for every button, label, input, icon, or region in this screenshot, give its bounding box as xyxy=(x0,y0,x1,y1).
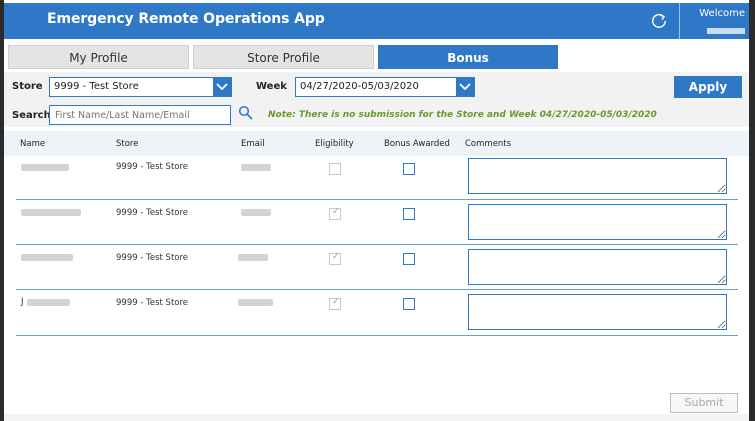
eligibility-checkbox: ✓ xyxy=(329,297,341,310)
name-redacted xyxy=(21,254,73,261)
top-bar: Emergency Remote Operations App Welcome xyxy=(4,3,749,39)
checkmark-icon: ✓ xyxy=(332,252,340,262)
eligibility-checkbox: ✓ xyxy=(329,207,341,220)
user-name-redacted xyxy=(707,28,745,34)
tab-bonus[interactable]: Bonus xyxy=(378,45,558,69)
bonus-awarded-checkbox[interactable] xyxy=(403,163,415,175)
store-label: Store xyxy=(12,81,43,92)
column-header-eligibility: Eligibility xyxy=(315,139,354,149)
column-header-email: Email xyxy=(241,139,265,149)
checkmark-icon: ✓ xyxy=(332,207,340,217)
row-divider xyxy=(16,335,738,336)
name-redacted xyxy=(27,299,70,306)
column-header-name: Name xyxy=(20,139,46,149)
eligibility-checkbox: ✓ xyxy=(329,252,341,265)
bonus-awarded-checkbox[interactable] xyxy=(403,253,415,265)
row-divider xyxy=(16,289,738,290)
search-label: Search xyxy=(12,110,51,121)
store-select-value: 9999 - Test Store xyxy=(54,81,139,92)
column-header-bonus-awarded: Bonus Awarded xyxy=(384,139,450,149)
tab-my-profile[interactable]: My Profile xyxy=(8,45,189,69)
tab-store-profile[interactable]: Store Profile xyxy=(193,45,374,69)
row-store: 9999 - Test Store xyxy=(116,253,189,263)
week-select[interactable]: 04/27/2020-05/03/2020 xyxy=(295,77,475,97)
comments-field[interactable] xyxy=(468,249,727,285)
submit-button[interactable]: Submit xyxy=(670,393,738,413)
row-store: 9999 - Test Store xyxy=(116,298,189,308)
row-store: 9999 - Test Store xyxy=(116,208,189,218)
apply-button[interactable]: Apply xyxy=(674,76,742,98)
name-redacted xyxy=(21,164,69,171)
name-initial: J xyxy=(21,297,24,307)
email-redacted xyxy=(238,254,268,261)
week-select-value: 04/27/2020-05/03/2020 xyxy=(300,81,419,92)
search-icon[interactable] xyxy=(238,105,254,121)
chevron-down-icon xyxy=(213,78,231,96)
refresh-icon[interactable] xyxy=(650,12,668,30)
comments-field[interactable] xyxy=(468,158,727,194)
email-redacted xyxy=(241,164,271,171)
comments-field[interactable] xyxy=(468,294,727,330)
week-label: Week xyxy=(256,81,287,92)
name-redacted xyxy=(21,209,81,216)
user-welcome[interactable]: Welcome xyxy=(679,3,749,39)
comments-field[interactable] xyxy=(468,204,727,240)
checkmark-icon: ✓ xyxy=(332,297,340,307)
column-header-store: Store xyxy=(116,139,139,149)
bonus-awarded-checkbox[interactable] xyxy=(403,298,415,310)
app-title: Emergency Remote Operations App xyxy=(47,11,325,27)
bonus-awarded-checkbox[interactable] xyxy=(403,208,415,220)
welcome-label: Welcome xyxy=(699,8,745,19)
row-divider xyxy=(16,199,738,200)
chevron-down-icon xyxy=(456,78,474,96)
email-redacted xyxy=(241,209,271,216)
no-submission-note: Note: There is no submission for the Sto… xyxy=(268,110,657,120)
search-input[interactable] xyxy=(49,105,231,125)
store-select[interactable]: 9999 - Test Store xyxy=(49,77,232,97)
eligibility-checkbox xyxy=(329,163,341,175)
email-redacted xyxy=(238,299,273,306)
row-store: 9999 - Test Store xyxy=(116,162,189,172)
row-divider xyxy=(16,244,738,245)
bottom-bar xyxy=(4,414,749,421)
column-header-comments: Comments xyxy=(465,139,512,149)
